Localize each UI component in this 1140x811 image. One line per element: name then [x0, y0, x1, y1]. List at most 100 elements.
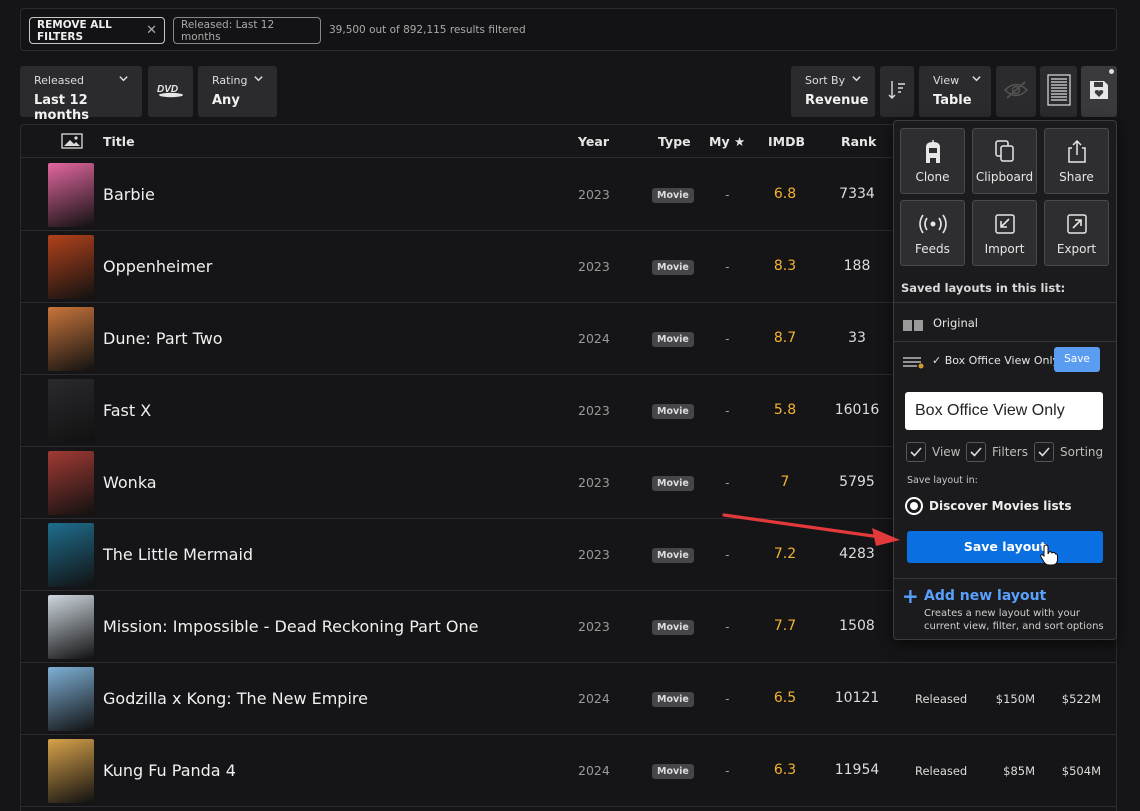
- type-badge: Movie: [652, 764, 694, 779]
- save-layout-small-button[interactable]: Save: [1054, 347, 1100, 372]
- active-filter-chip[interactable]: Released: Last 12 months: [173, 17, 321, 44]
- clipboard-button[interactable]: Clipboard: [972, 128, 1037, 194]
- clone-icon: [926, 140, 940, 163]
- movie-poster[interactable]: [48, 451, 94, 515]
- chevron-down-icon: [118, 73, 129, 87]
- import-label: Import: [984, 242, 1025, 256]
- view-checkbox[interactable]: View: [906, 442, 960, 462]
- save-in-option-label: Discover Movies lists: [929, 499, 1072, 513]
- movie-title[interactable]: The Little Mermaid: [103, 545, 253, 564]
- my-rating[interactable]: -: [725, 763, 730, 778]
- movie-title[interactable]: Godzilla x Kong: The New Empire: [103, 689, 368, 708]
- save-in-radio[interactable]: Discover Movies lists: [905, 497, 1071, 515]
- rank-value: 10121: [834, 690, 880, 706]
- my-rating[interactable]: -: [725, 619, 730, 634]
- view-dropdown[interactable]: View Table: [919, 66, 991, 117]
- movie-title[interactable]: Fast X: [103, 401, 151, 420]
- rank-value: 5795: [839, 474, 875, 490]
- my-rating[interactable]: -: [725, 691, 730, 706]
- type-badge: Movie: [652, 476, 694, 491]
- export-button[interactable]: Export: [1044, 200, 1109, 266]
- my-rating[interactable]: -: [725, 331, 730, 346]
- movie-poster[interactable]: [48, 667, 94, 731]
- imdb-rating: 5.8: [773, 402, 797, 418]
- sorting-checkbox[interactable]: Sorting: [1034, 442, 1103, 462]
- my-rating[interactable]: -: [725, 547, 730, 562]
- movie-year: 2023: [578, 259, 610, 274]
- dvd-icon: DVD: [156, 82, 186, 102]
- checkmark-icon: [906, 442, 926, 462]
- my-rating[interactable]: -: [725, 403, 730, 418]
- import-icon: [995, 214, 1015, 234]
- movie-title[interactable]: Mission: Impossible - Dead Reckoning Par…: [103, 617, 478, 636]
- column-imdb[interactable]: IMDB: [768, 134, 805, 149]
- movie-year: 2023: [578, 619, 610, 634]
- chevron-down-icon: [851, 73, 862, 87]
- row-density-button[interactable]: [1040, 66, 1077, 117]
- layout-item-original[interactable]: [894, 303, 1116, 341]
- sort-by-value: Revenue: [805, 93, 869, 108]
- filters-checkbox[interactable]: Filters: [966, 442, 1028, 462]
- type-badge: Movie: [652, 404, 694, 419]
- imdb-rating: 7: [780, 474, 790, 490]
- share-button[interactable]: Share: [1044, 128, 1109, 194]
- released-dropdown[interactable]: Released Last 12 months: [20, 66, 142, 123]
- remove-all-filters-button[interactable]: REMOVE ALL FILTERS ✕: [29, 17, 165, 44]
- layout-item-box-office[interactable]: ✓ Box Office View Only: [932, 354, 1059, 367]
- sort-by-dropdown[interactable]: Sort By Revenue: [791, 66, 875, 117]
- table-row[interactable]: Godzilla x Kong: The New Empire 2024 Movie…: [21, 663, 1116, 735]
- released-value: Last 12 months: [34, 93, 89, 123]
- movie-title[interactable]: Wonka: [103, 473, 157, 492]
- rating-dropdown[interactable]: Rating Any: [198, 66, 277, 117]
- dvd-button[interactable]: DVD: [148, 66, 193, 117]
- column-type[interactable]: Type: [658, 134, 691, 149]
- my-rating[interactable]: -: [725, 187, 730, 202]
- checkmark-icon: [966, 442, 986, 462]
- movie-title[interactable]: Kung Fu Panda 4: [103, 761, 236, 780]
- hide-seen-button[interactable]: [996, 66, 1036, 117]
- movie-poster[interactable]: [48, 307, 94, 371]
- column-title[interactable]: Title: [103, 134, 135, 149]
- budget-value: $150M: [995, 692, 1035, 706]
- imdb-rating: 7.2: [773, 546, 797, 562]
- column-rank[interactable]: Rank: [841, 134, 876, 149]
- table-row[interactable]: Kung Fu Panda 4 2024 Movie - 6.3 11954 Release…: [21, 735, 1116, 807]
- add-new-layout-description: Creates a new layout with your current v…: [924, 608, 1104, 632]
- rank-value: 1508: [839, 618, 875, 634]
- movie-year: 2023: [578, 475, 610, 490]
- list-layout-icon: [903, 354, 925, 373]
- movie-poster[interactable]: [48, 595, 94, 659]
- clone-label: Clone: [915, 170, 950, 184]
- type-badge: Movie: [652, 548, 694, 563]
- movie-title[interactable]: Dune: Part Two: [103, 329, 223, 348]
- movie-year: 2024: [578, 763, 610, 778]
- movie-poster[interactable]: [48, 379, 94, 443]
- movie-poster[interactable]: [48, 739, 94, 803]
- saved-layouts-heading: Saved layouts in this list:: [901, 281, 1066, 295]
- column-year[interactable]: Year: [578, 134, 609, 149]
- add-new-layout-title: Add new layout: [924, 588, 1047, 604]
- save-layout-button[interactable]: Save layout: [907, 531, 1103, 563]
- rank-value: 16016: [834, 402, 880, 418]
- sort-direction-button[interactable]: [880, 66, 914, 117]
- movie-title[interactable]: Barbie: [103, 185, 155, 204]
- movie-poster[interactable]: [48, 523, 94, 587]
- feeds-button[interactable]: Feeds: [900, 200, 965, 266]
- view-label: View: [933, 74, 960, 87]
- layouts-button[interactable]: [1081, 66, 1117, 117]
- movie-title[interactable]: Oppenheimer: [103, 257, 212, 276]
- add-new-layout-link[interactable]: + Add new layout Creates a new layout wi…: [894, 579, 1116, 639]
- list-density-icon: [1046, 73, 1071, 110]
- column-my-rating[interactable]: My ★: [709, 134, 745, 149]
- result-count: 39,500 out of 892,115 results filtered: [329, 24, 526, 36]
- clone-button[interactable]: Clone: [900, 128, 965, 194]
- my-rating[interactable]: -: [725, 259, 730, 274]
- budget-value: $85M: [1003, 764, 1035, 778]
- layout-name-input[interactable]: [905, 392, 1103, 430]
- movie-poster[interactable]: [48, 163, 94, 227]
- my-rating[interactable]: -: [725, 475, 730, 490]
- import-button[interactable]: Import: [972, 200, 1037, 266]
- movie-poster[interactable]: [48, 235, 94, 299]
- imdb-rating: 6.8: [773, 186, 797, 202]
- hand-cursor-icon: [1040, 544, 1058, 570]
